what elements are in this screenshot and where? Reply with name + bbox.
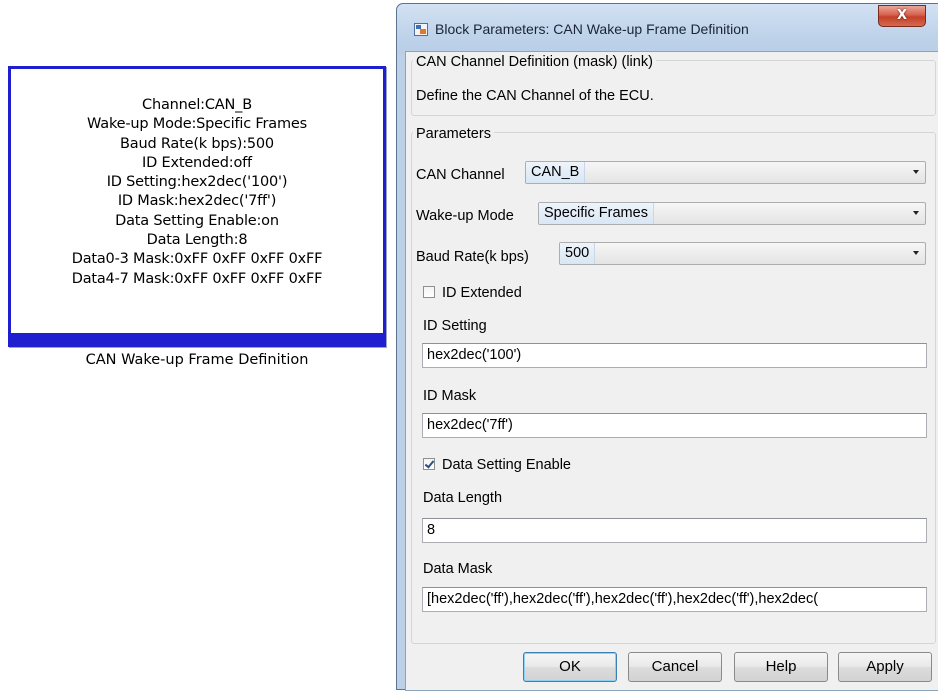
block-mask-text: Channel:CAN_B Wake-up Mode:Specific Fram… — [11, 96, 383, 289]
can-channel-value: CAN_B — [526, 162, 586, 183]
block-line-channel: Channel:CAN_B — [142, 97, 252, 113]
can-channel-dropdown[interactable]: CAN_B — [525, 161, 926, 184]
simulink-block[interactable]: Channel:CAN_B Wake-up Mode:Specific Fram… — [8, 66, 386, 347]
wakeup-mode-dropdown[interactable]: Specific Frames — [538, 202, 926, 225]
description-group-title: CAN Channel Definition (mask) (link) — [413, 54, 656, 70]
block-line-data-length: Data Length:8 — [146, 232, 248, 249]
data-mask-label: Data Mask — [423, 561, 493, 577]
chevron-down-icon — [913, 170, 919, 174]
data-mask-field[interactable]: [hex2dec('ff'),hex2dec('ff'),hex2dec('ff… — [422, 587, 927, 612]
dialog-body: CAN Channel Definition (mask) (link) Def… — [405, 51, 938, 691]
can-channel-label: CAN Channel — [416, 167, 505, 183]
id-extended-checkbox[interactable] — [423, 286, 435, 298]
block-line-data4-7-mask: Data4-7 Mask:0xFF 0xFF 0xFF 0xFF — [71, 270, 323, 287]
wakeup-mode-value: Specific Frames — [539, 203, 654, 224]
block-line-id-extended: ID Extended:off — [142, 154, 252, 171]
ok-button[interactable]: OK — [523, 652, 617, 682]
wakeup-mode-label: Wake-up Mode — [416, 208, 514, 224]
title-bar[interactable]: Block Parameters: CAN Wake-up Frame Defi… — [397, 4, 938, 54]
help-button[interactable]: Help — [734, 652, 828, 682]
block-line-data-enable: Data Setting Enable:on — [115, 212, 279, 229]
block-parameters-dialog: Block Parameters: CAN Wake-up Frame Defi… — [396, 3, 938, 691]
id-extended-row[interactable]: ID Extended — [423, 285, 522, 301]
id-mask-label: ID Mask — [423, 388, 477, 404]
data-length-label: Data Length — [423, 490, 503, 506]
id-mask-field[interactable]: hex2dec('7ff') — [422, 413, 927, 438]
apply-button[interactable]: Apply — [838, 652, 932, 682]
description-text: Define the CAN Channel of the ECU. — [416, 88, 654, 104]
block-line-wakeup-mode: Wake-up Mode:Specific Frames — [87, 116, 307, 133]
id-extended-label: ID Extended — [442, 285, 522, 301]
simulink-app-icon — [414, 23, 428, 36]
parameters-group-title: Parameters — [413, 126, 494, 142]
window-title: Block Parameters: CAN Wake-up Frame Defi… — [435, 21, 749, 37]
block-line-id-setting: ID Setting:hex2dec('100') — [106, 174, 288, 191]
id-setting-label: ID Setting — [423, 318, 487, 334]
data-setting-enable-row[interactable]: Data Setting Enable — [423, 457, 571, 473]
cancel-button[interactable]: Cancel — [628, 652, 722, 682]
block-caption[interactable]: CAN Wake-up Frame Definition — [8, 352, 386, 368]
chevron-down-icon — [913, 211, 919, 215]
close-button[interactable]: X — [878, 5, 926, 27]
data-length-field[interactable]: 8 — [422, 518, 927, 543]
baud-rate-label: Baud Rate(k bps) — [416, 249, 529, 265]
id-setting-field[interactable]: hex2dec('100') — [422, 343, 927, 368]
block-line-data0-3-mask: Data0-3 Mask:0xFF 0xFF 0xFF 0xFF — [71, 251, 323, 268]
baud-rate-dropdown[interactable]: 500 — [559, 242, 926, 265]
baud-rate-value: 500 — [560, 243, 596, 264]
chevron-down-icon — [913, 251, 919, 255]
data-setting-enable-checkbox[interactable] — [423, 458, 435, 470]
data-setting-enable-label: Data Setting Enable — [442, 457, 571, 473]
block-line-id-mask: ID Mask:hex2dec('7ff') — [117, 193, 277, 210]
block-line-baud-rate: Baud Rate(k bps):500 — [120, 135, 274, 152]
